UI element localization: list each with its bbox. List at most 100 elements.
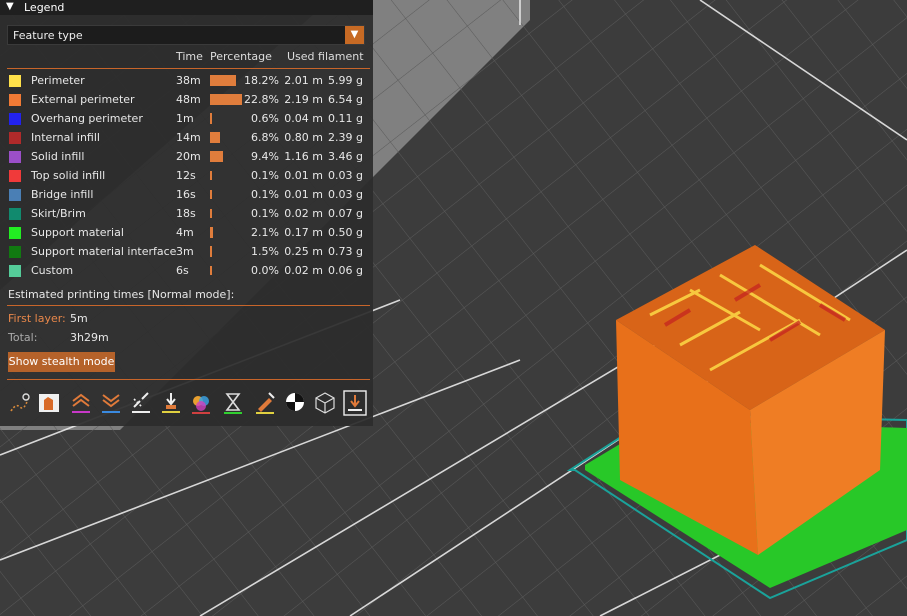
- seams-icon[interactable]: [128, 389, 154, 417]
- feature-time: 3m: [176, 245, 194, 258]
- legend-titlebar[interactable]: ▼ Legend: [0, 0, 373, 15]
- deretractions-icon[interactable]: [98, 389, 124, 417]
- feature-color-swatch: [9, 170, 21, 182]
- feature-color-swatch: [9, 265, 21, 277]
- feature-time: 12s: [176, 169, 196, 182]
- tool-changes-icon[interactable]: [158, 389, 184, 417]
- feature-weight: 6.54 g: [328, 93, 363, 106]
- feature-time: 4m: [176, 226, 194, 239]
- feature-weight: 5.99 g: [328, 74, 363, 87]
- feature-percentage: 0.0%: [251, 264, 279, 277]
- feature-row[interactable]: Bridge infill 16s 0.1% 0.01 m 0.03 g: [0, 186, 373, 205]
- feature-row[interactable]: Solid infill 20m 9.4% 1.16 m 3.46 g: [0, 148, 373, 167]
- feature-percentage-bar: [210, 209, 212, 218]
- feature-time: 20m: [176, 150, 201, 163]
- feature-name: Skirt/Brim: [31, 207, 86, 220]
- visibility-toolbar: [6, 389, 368, 417]
- feature-length: 0.04 m: [284, 112, 323, 125]
- feature-weight: 2.39 g: [328, 131, 363, 144]
- feature-percentage: 9.4%: [251, 150, 279, 163]
- feature-row[interactable]: Support material interface 3m 1.5% 0.25 m 0.…: [0, 243, 373, 262]
- feature-percentage-bar: [210, 151, 223, 162]
- header-divider: [7, 68, 370, 69]
- feature-row[interactable]: Top solid infill 12s 0.1% 0.01 m 0.03 g: [0, 167, 373, 186]
- feature-row[interactable]: Skirt/Brim 18s 0.1% 0.02 m 0.07 g: [0, 205, 373, 224]
- feature-length: 2.19 m: [284, 93, 323, 106]
- feature-row[interactable]: External perimeter 48m 22.8% 2.19 m 6.54 g: [0, 91, 373, 110]
- feature-length: 0.02 m: [284, 207, 323, 220]
- feature-percentage: 0.1%: [251, 207, 279, 220]
- chevron-down-icon[interactable]: ▼: [345, 26, 364, 44]
- feature-percentage-bar: [210, 94, 242, 105]
- feature-name: Custom: [31, 264, 74, 277]
- percentage-column-header: Percentage: [210, 50, 272, 63]
- feature-row[interactable]: Overhang perimeter 1m 0.6% 0.04 m 0.11 g: [0, 110, 373, 129]
- filament-column-header: Used filament: [287, 50, 364, 63]
- feature-length: 0.17 m: [284, 226, 323, 239]
- feature-weight: 0.03 g: [328, 169, 363, 182]
- feature-color-swatch: [9, 75, 21, 87]
- toolbar-divider: [7, 379, 370, 380]
- feature-percentage: 0.1%: [251, 188, 279, 201]
- feature-time: 38m: [176, 74, 201, 87]
- feature-percentage-bar: [210, 246, 212, 257]
- time-column-header: Time: [176, 50, 203, 63]
- tool-marker-icon[interactable]: [342, 389, 368, 417]
- feature-percentage: 0.6%: [251, 112, 279, 125]
- show-stealth-mode-button[interactable]: Show stealth mode: [8, 352, 115, 372]
- feature-row[interactable]: Support material 4m 2.1% 0.17 m 0.50 g: [0, 224, 373, 243]
- feature-length: 1.16 m: [284, 150, 323, 163]
- feature-color-swatch: [9, 246, 21, 258]
- feature-color-swatch: [9, 151, 21, 163]
- feature-name: Overhang perimeter: [31, 112, 143, 125]
- feature-length: 0.02 m: [284, 264, 323, 277]
- feature-time: 18s: [176, 207, 196, 220]
- pause-prints-icon[interactable]: [220, 389, 246, 417]
- feature-weight: 0.50 g: [328, 226, 363, 239]
- feature-color-swatch: [9, 132, 21, 144]
- feature-weight: 3.46 g: [328, 150, 363, 163]
- total-label: Total:: [8, 331, 38, 344]
- legend-title: Legend: [24, 1, 65, 14]
- feature-percentage-bar: [210, 113, 212, 124]
- collapse-triangle-icon[interactable]: ▼: [6, 1, 14, 12]
- legend-panel: ▼ Legend Feature type ▼ Time Percentage …: [0, 0, 373, 426]
- view-type-value: Feature type: [13, 29, 83, 42]
- feature-time: 1m: [176, 112, 194, 125]
- feature-percentage-bar: [210, 171, 212, 180]
- feature-color-swatch: [9, 189, 21, 201]
- retractions-icon[interactable]: [68, 389, 94, 417]
- first-layer-label: First layer:: [8, 312, 66, 325]
- shells-icon[interactable]: [312, 389, 338, 417]
- feature-name: Perimeter: [31, 74, 85, 87]
- feature-name: Solid infill: [31, 150, 85, 163]
- total-value: 3h29m: [70, 331, 109, 344]
- estimate-divider: [7, 305, 370, 306]
- custom-gcodes-icon[interactable]: [252, 389, 278, 417]
- feature-row[interactable]: Custom 6s 0.0% 0.02 m 0.06 g: [0, 262, 373, 281]
- feature-percentage: 18.2%: [244, 74, 279, 87]
- feature-percentage: 22.8%: [244, 93, 279, 106]
- feature-row[interactable]: Perimeter 38m 18.2% 2.01 m 5.99 g: [0, 72, 373, 91]
- feature-name: External perimeter: [31, 93, 135, 106]
- feature-percentage-bar: [210, 132, 220, 143]
- feature-time: 6s: [176, 264, 189, 277]
- feature-length: 0.80 m: [284, 131, 323, 144]
- feature-length: 0.01 m: [284, 188, 323, 201]
- feature-percentage-bar: [210, 227, 213, 238]
- wipe-icon[interactable]: [36, 389, 62, 417]
- color-changes-icon[interactable]: [188, 389, 214, 417]
- center-of-gravity-icon[interactable]: [282, 389, 308, 417]
- feature-time: 16s: [176, 188, 196, 201]
- feature-percentage: 1.5%: [251, 245, 279, 258]
- feature-name: Support material interface: [31, 245, 177, 258]
- feature-name: Support material: [31, 226, 124, 239]
- feature-time: 48m: [176, 93, 201, 106]
- feature-length: 0.01 m: [284, 169, 323, 182]
- first-layer-value: 5m: [70, 312, 88, 325]
- feature-color-swatch: [9, 113, 21, 125]
- travel-icon[interactable]: [6, 389, 32, 417]
- view-type-select[interactable]: Feature type ▼: [7, 25, 365, 45]
- feature-row[interactable]: Internal infill 14m 6.8% 0.80 m 2.39 g: [0, 129, 373, 148]
- feature-percentage: 6.8%: [251, 131, 279, 144]
